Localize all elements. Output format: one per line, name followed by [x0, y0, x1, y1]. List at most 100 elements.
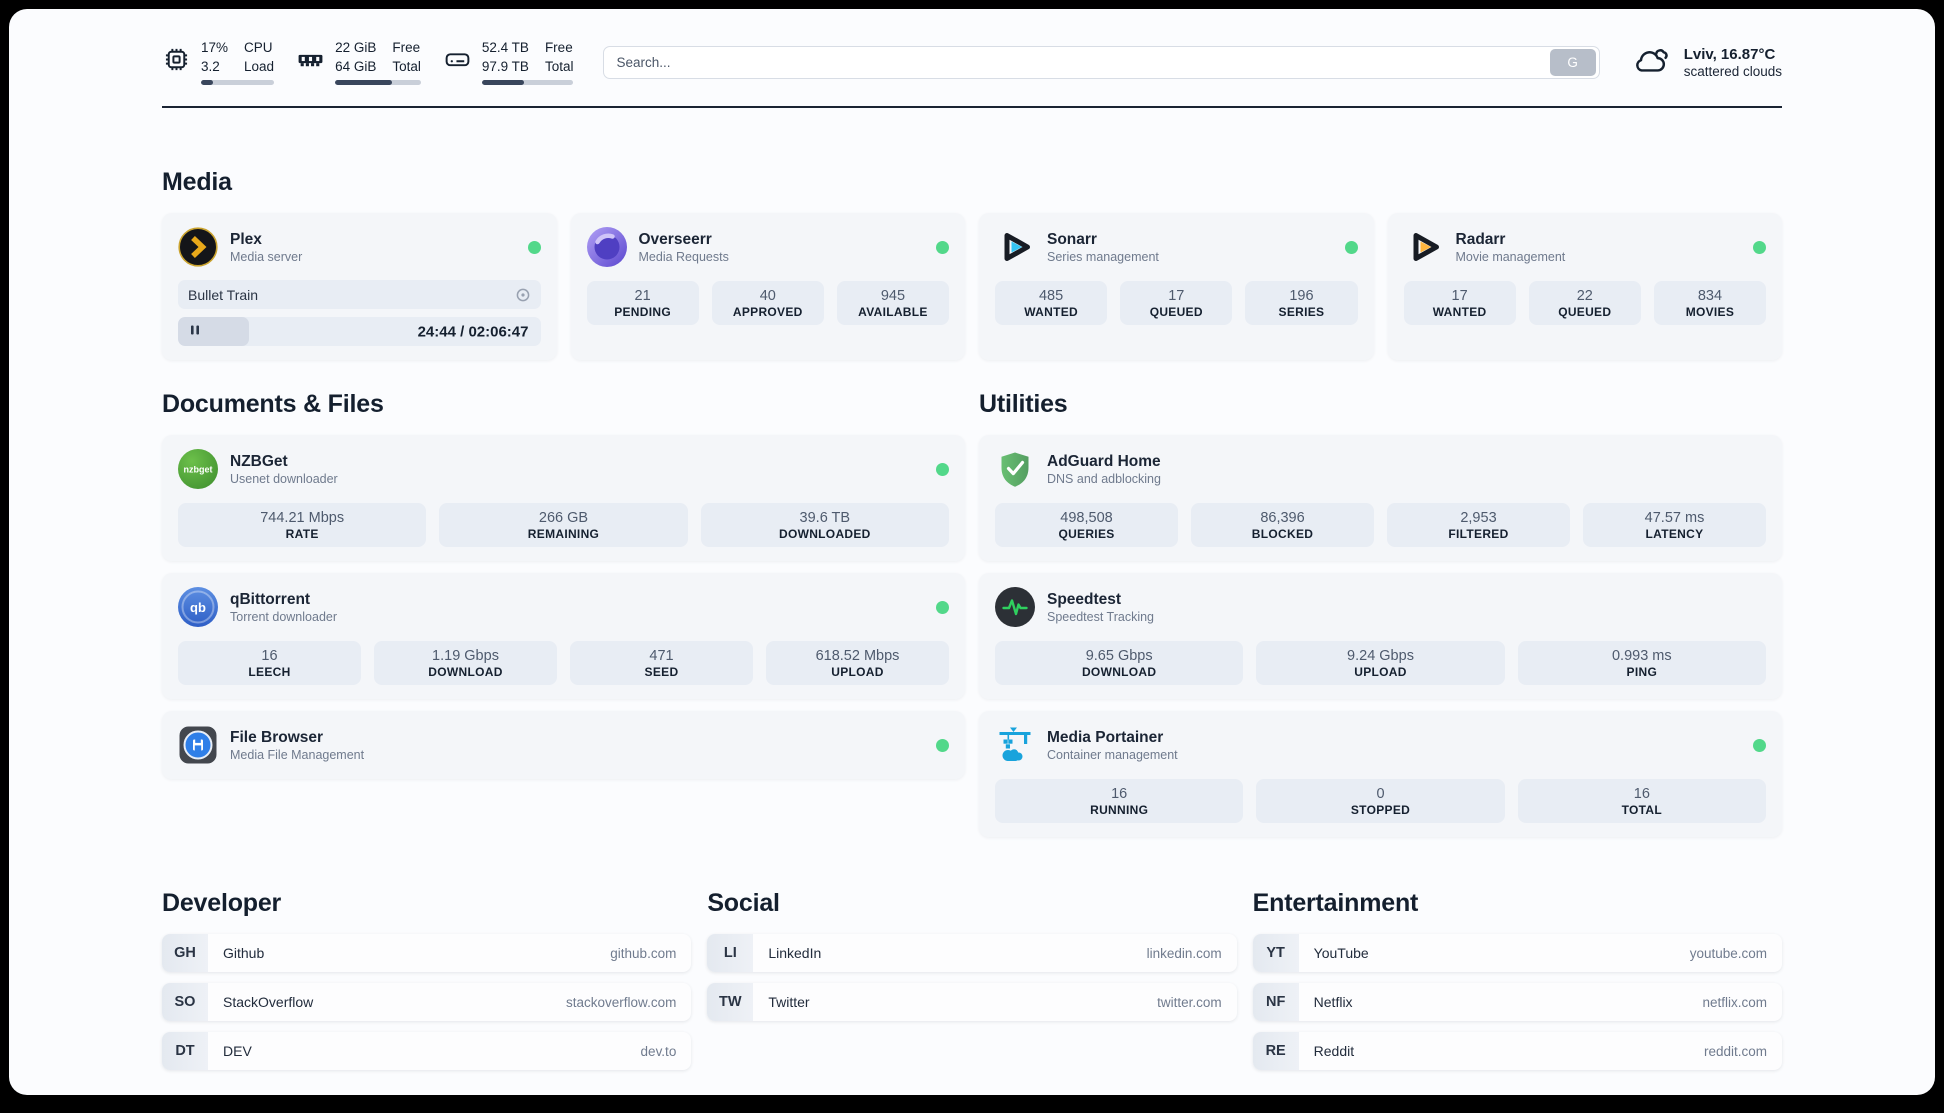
disk-label-2: Total: [544, 58, 574, 74]
cloud-icon: [1630, 41, 1672, 84]
app-subtitle: Media File Management: [230, 748, 365, 763]
app-card-sonarr[interactable]: Sonarr Series management 485 WANTED 17 Q…: [979, 213, 1374, 360]
link-badge: NF: [1252, 983, 1299, 1021]
app-subtitle: Media Requests: [638, 250, 729, 265]
stat-tile: 744.21 Mbps RATE: [178, 503, 427, 547]
link-twitter[interactable]: TW Twitter twitter.com: [707, 983, 1237, 1021]
stat-value: 22: [1576, 288, 1593, 304]
ram-label-2: Total: [392, 58, 421, 74]
stat-value: 2,953: [1460, 510, 1497, 526]
stat-tile: 0 STOPPED: [1256, 779, 1505, 823]
section-title-entertainment: Entertainment: [1252, 889, 1419, 917]
search-engine-button[interactable]: G: [1549, 48, 1596, 76]
app-card-speedtest[interactable]: Speedtest Speedtest Tracking 9.65 Gbps D…: [979, 573, 1782, 699]
stat-value: 618.52 Mbps: [815, 648, 900, 664]
stat-tile: 945 AVAILABLE: [836, 281, 950, 325]
app-card-qbittorrent[interactable]: qb qBittorrent Torrent downloader 16 LEE…: [162, 573, 965, 699]
link-stackoverflow[interactable]: SO StackOverflow stackoverflow.com: [162, 983, 692, 1021]
link-badge: YT: [1252, 934, 1299, 972]
app-title: Sonarr: [1047, 230, 1097, 248]
weather-location-temp: Lviv, 16.87°C: [1683, 45, 1776, 63]
search-bar[interactable]: G: [603, 45, 1600, 79]
app-subtitle: DNS and adblocking: [1047, 472, 1161, 487]
stat-tile: 21 PENDING: [586, 281, 699, 325]
link-url: linkedin.com: [1146, 945, 1222, 961]
stat-tile: 0.993 ms PING: [1517, 641, 1766, 685]
stat-label: UPLOAD: [831, 665, 884, 679]
app-card-plex[interactable]: Plex Media server Bullet Train 24:44 / 0…: [162, 213, 557, 360]
app-card-filebrowser[interactable]: File Browser Media File Management: [162, 711, 965, 779]
stat-value: 17: [1168, 288, 1185, 304]
link-name: Netflix: [1313, 994, 1353, 1010]
stat-value: 39.6 TB: [799, 510, 851, 526]
status-online-dot: [936, 738, 949, 752]
cpu-widget: 17% 3.2 CPU Load: [162, 39, 275, 85]
stat-value: 196: [1289, 288, 1314, 304]
app-card-nzbget[interactable]: nzbget NZBGet Usenet downloader 744.21 M…: [162, 435, 965, 561]
app-card-radarr[interactable]: Radarr Movie management 17 WANTED 22 QUE…: [1387, 213, 1782, 360]
link-reddit[interactable]: RE Reddit reddit.com: [1252, 1032, 1782, 1070]
stat-label: WANTED: [1024, 305, 1078, 319]
adguard-icon: [995, 449, 1035, 489]
header-divider: [162, 106, 1782, 108]
system-metrics: 17% 3.2 CPU Load 22 GiB 64 GiB Free Tota…: [162, 39, 574, 85]
playback-progress-track[interactable]: 24:44 / 02:06:47: [178, 317, 541, 346]
stat-value: 1.19 Gbps: [432, 648, 499, 664]
stat-value: 0: [1376, 786, 1385, 802]
stat-tile: 16 RUNNING: [995, 779, 1244, 823]
link-youtube[interactable]: YT YouTube youtube.com: [1252, 934, 1782, 972]
stat-value: 9.65 Gbps: [1085, 648, 1153, 664]
qbittorrent-icon: qb: [178, 587, 218, 627]
link-linkedin[interactable]: LI LinkedIn linkedin.com: [707, 934, 1237, 972]
search-input[interactable]: [604, 54, 1550, 70]
link-github[interactable]: GH Github github.com: [162, 934, 692, 972]
now-playing-icon[interactable]: [515, 287, 531, 303]
portainer-icon: [995, 725, 1035, 765]
stat-tile: 39.6 TB DOWNLOADED: [700, 503, 949, 547]
app-card-overseerr[interactable]: Overseerr Media Requests 21 PENDING 40 A…: [570, 213, 965, 360]
stat-tile: 196 SERIES: [1245, 281, 1358, 325]
stat-value: 945: [880, 288, 906, 304]
stat-tile: 22 QUEUED: [1528, 281, 1641, 325]
top-bar: 17% 3.2 CPU Load 22 GiB 64 GiB Free Tota…: [162, 35, 1782, 89]
cpu-icon: [162, 45, 191, 79]
app-card-portainer[interactable]: Media Portainer Container management 16 …: [979, 711, 1782, 837]
app-card-adguard[interactable]: AdGuard Home DNS and adblocking 498,508 …: [979, 435, 1782, 561]
link-name: YouTube: [1313, 945, 1369, 961]
stat-label: PING: [1626, 665, 1658, 679]
app-subtitle: Container management: [1047, 748, 1178, 763]
cpu-label-1: CPU: [244, 40, 273, 56]
link-badge: RE: [1252, 1032, 1299, 1070]
stat-label: DOWNLOAD: [428, 665, 503, 679]
stat-label: APPROVED: [732, 305, 803, 319]
stat-value: 40: [759, 288, 776, 304]
stat-tile: 40 APPROVED: [711, 281, 824, 325]
app-title: qBittorrent: [230, 590, 311, 608]
app-subtitle: Speedtest Tracking: [1047, 610, 1155, 625]
link-netflix[interactable]: NF Netflix netflix.com: [1252, 983, 1782, 1021]
app-title: Media Portainer: [1047, 728, 1164, 746]
stat-value: 834: [1697, 288, 1723, 304]
disk-icon: [443, 45, 472, 79]
ram-progress-fill: [335, 79, 392, 85]
link-url: netflix.com: [1702, 994, 1767, 1010]
stat-tile: 834 MOVIES: [1653, 281, 1767, 325]
stat-label: STOPPED: [1350, 803, 1411, 817]
app-subtitle: Movie management: [1455, 250, 1566, 265]
link-name: StackOverflow: [223, 994, 314, 1010]
ram-total-value: 64 GiB: [335, 58, 377, 74]
ram-icon: [296, 45, 325, 79]
stat-value: 86,396: [1260, 510, 1305, 526]
svg-text:nzbget: nzbget: [184, 465, 213, 475]
stat-label: DOWNLOADED: [778, 527, 871, 541]
pause-icon[interactable]: [189, 323, 201, 341]
speedtest-icon: [995, 587, 1035, 627]
stat-tile: 86,396 BLOCKED: [1191, 503, 1374, 547]
link-dev[interactable]: DT DEV dev.to: [162, 1032, 692, 1070]
status-online-dot: [1344, 240, 1358, 254]
disk-total-value: 97.9 TB: [481, 58, 529, 74]
stat-tile: 2,953 FILTERED: [1387, 503, 1570, 547]
status-online-dot: [527, 240, 541, 254]
disk-widget: 52.4 TB 97.9 TB Free Total: [443, 39, 574, 85]
stat-value: 17: [1451, 288, 1468, 304]
